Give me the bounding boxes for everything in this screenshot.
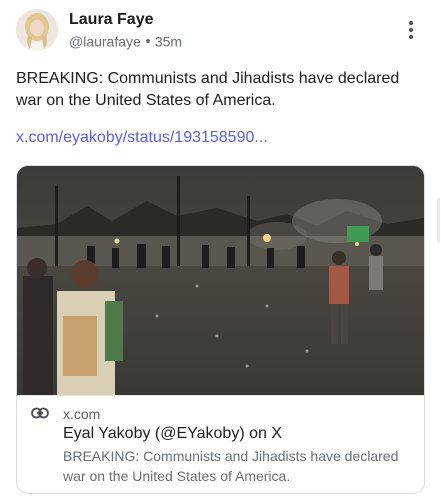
- post-text: BREAKING: Communists and Jihadists have …: [16, 70, 400, 109]
- post-card: Laura Faye @laurafaye 35m BREAKING: Commu…: [0, 0, 441, 500]
- separator-dot: [145, 39, 150, 44]
- author-handle[interactable]: @laurafaye: [69, 33, 141, 49]
- link-preview-image: [17, 166, 424, 395]
- more-options-icon[interactable]: [404, 20, 418, 42]
- card-divider: [17, 395, 424, 396]
- card-domain: x.com: [63, 406, 101, 422]
- author-meta: @laurafaye 35m: [69, 32, 182, 49]
- author-avatar[interactable]: [16, 9, 58, 51]
- link-icon: [31, 407, 49, 419]
- author-name[interactable]: Laura Faye: [69, 11, 153, 29]
- link-preview-card[interactable]: x.com Eyal Yakoby (@EYakoby) on X BREAKI…: [16, 165, 425, 494]
- post-time: 35m: [154, 33, 183, 50]
- card-description: BREAKING: Communists and Jihadists have …: [63, 448, 399, 484]
- card-title: Eyal Yakoby (@EYakoby) on X: [63, 425, 283, 442]
- post-link[interactable]: x.com/eyakoby/status/193158590...: [16, 127, 426, 149]
- scrollbar[interactable]: [437, 198, 440, 243]
